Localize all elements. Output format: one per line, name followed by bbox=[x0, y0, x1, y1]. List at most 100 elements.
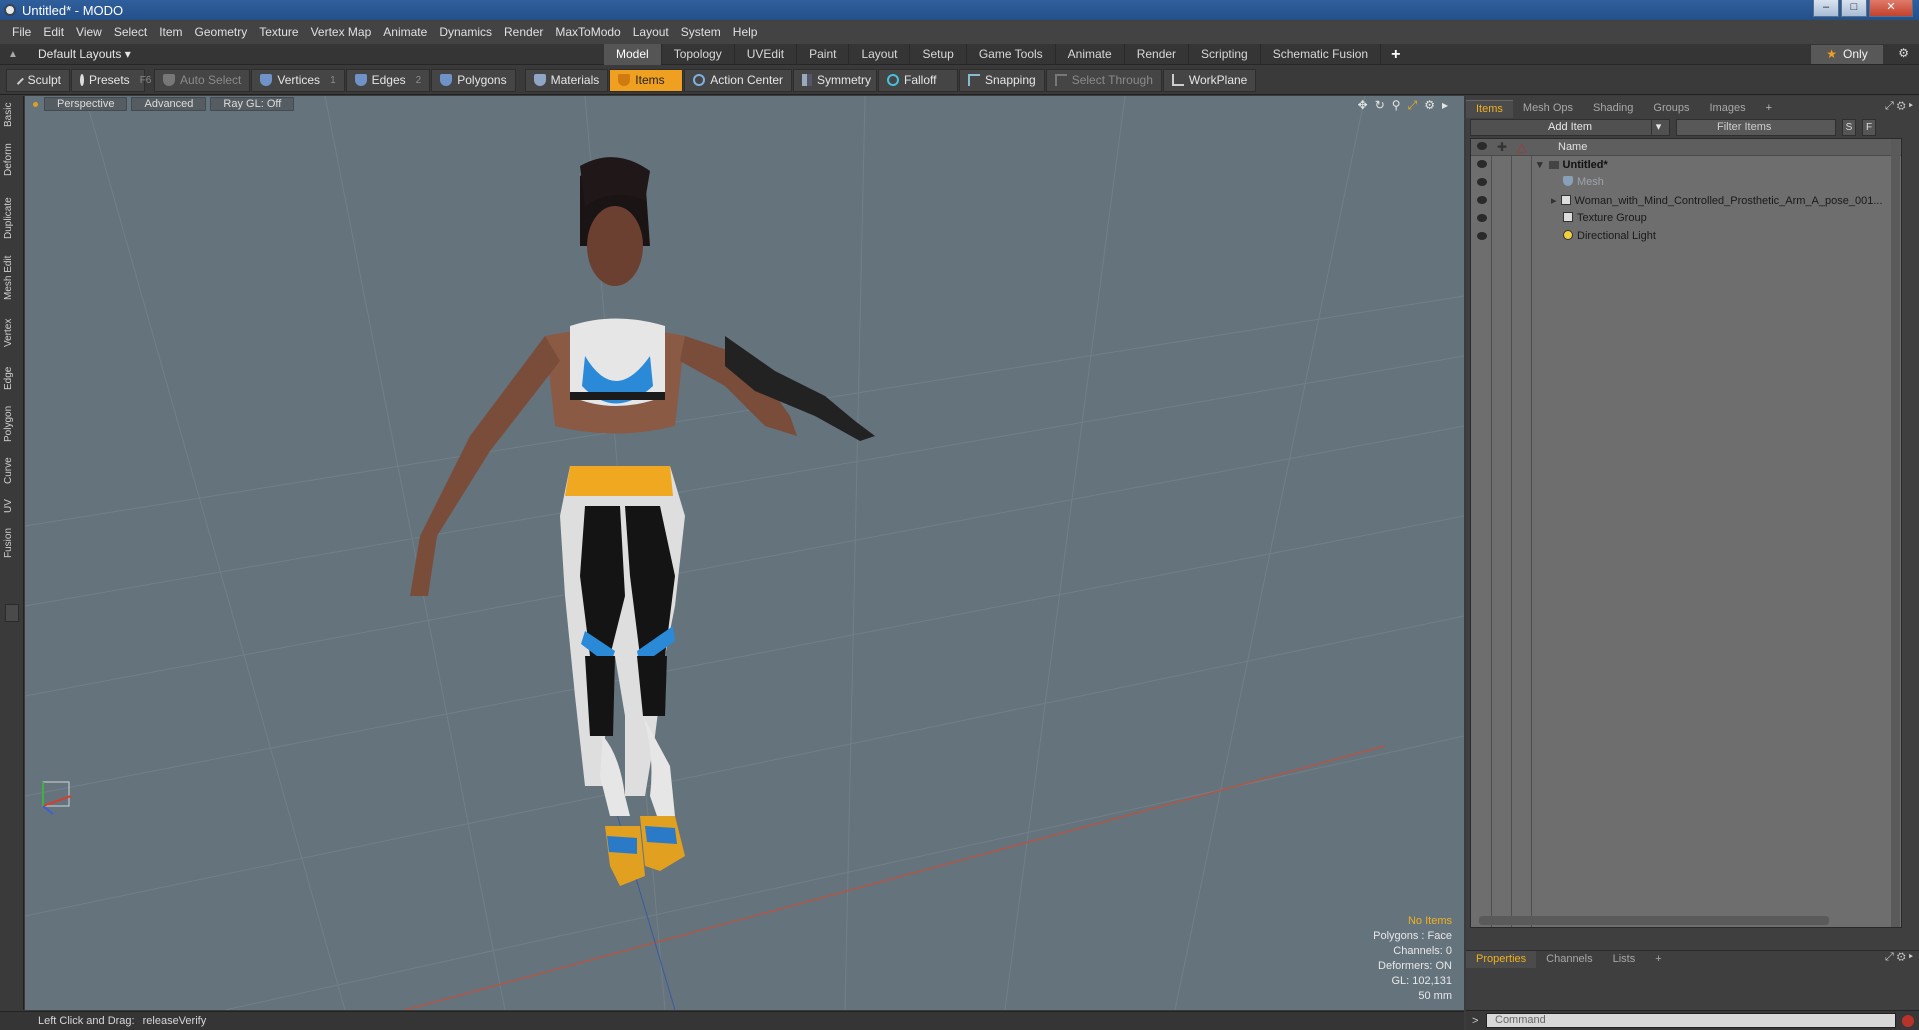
left-tab-basic[interactable]: Basic bbox=[3, 102, 21, 128]
tree-row-directional-light[interactable]: Directional Light bbox=[1471, 228, 1901, 246]
s-button[interactable]: S bbox=[1842, 119, 1856, 136]
pan-icon[interactable]: ✥ bbox=[1358, 98, 1368, 113]
menu-texture[interactable]: Texture bbox=[253, 25, 304, 39]
collapse-icon[interactable]: ▲ bbox=[8, 49, 22, 60]
collapse-arrow-icon[interactable]: ▾ bbox=[1537, 159, 1543, 171]
menu-item[interactable]: Item bbox=[153, 25, 188, 39]
menu-help[interactable]: Help bbox=[727, 25, 764, 39]
rotate-icon[interactable]: ↻ bbox=[1375, 98, 1385, 113]
action-center-button[interactable]: Action Center bbox=[684, 68, 792, 92]
default-layouts-dropdown[interactable]: Default Layouts ▾ bbox=[38, 47, 131, 61]
select-through-button[interactable]: Select Through bbox=[1045, 68, 1162, 92]
left-tab-uv[interactable]: UV bbox=[3, 498, 21, 514]
tab-groups[interactable]: Groups bbox=[1643, 100, 1699, 117]
only-toggle[interactable]: ★ Only bbox=[1811, 45, 1883, 64]
zoom-icon[interactable]: ⚲ bbox=[1392, 98, 1401, 113]
left-tab-mesh-edit[interactable]: Mesh Edit bbox=[3, 254, 21, 302]
record-icon[interactable] bbox=[1902, 1014, 1914, 1027]
edges-button[interactable]: Edges 2 bbox=[345, 68, 431, 92]
chevron-down-icon[interactable]: ▾ bbox=[1651, 120, 1665, 135]
fit-icon[interactable]: ⤢ bbox=[1408, 98, 1418, 113]
tab-model[interactable]: Model bbox=[604, 44, 662, 65]
view-type-dropdown[interactable]: Perspective bbox=[44, 97, 128, 111]
left-tab-fusion[interactable]: Fusion bbox=[3, 526, 21, 560]
minimize-button[interactable]: – bbox=[1813, 0, 1839, 17]
tree-row-woman-model[interactable]: ▸ Woman_with_Mind_Controlled_Prosthetic_A… bbox=[1471, 192, 1901, 210]
menu-select[interactable]: Select bbox=[108, 25, 153, 39]
visibility-eye-icon[interactable] bbox=[1477, 214, 1487, 222]
menu-render[interactable]: Render bbox=[498, 25, 549, 39]
menu-animate[interactable]: Animate bbox=[377, 25, 433, 39]
panel-pin-button[interactable] bbox=[5, 604, 19, 622]
menu-geometry[interactable]: Geometry bbox=[189, 25, 254, 39]
polygons-button[interactable]: Polygons bbox=[431, 68, 516, 92]
menu-edit[interactable]: Edit bbox=[37, 25, 70, 39]
maximize-button[interactable]: □ bbox=[1841, 0, 1867, 17]
panel-options-icon[interactable]: ⤢ ⚙ ▸ bbox=[1885, 100, 1913, 113]
tab-channels[interactable]: Channels bbox=[1536, 951, 1602, 968]
tab-shading[interactable]: Shading bbox=[1583, 100, 1643, 117]
menu-system[interactable]: System bbox=[675, 25, 727, 39]
visibility-eye-icon[interactable] bbox=[1477, 232, 1487, 240]
add-item-button[interactable]: Add Item ▾ bbox=[1470, 119, 1670, 136]
tab-lists[interactable]: Lists bbox=[1603, 951, 1646, 968]
menu-file[interactable]: File bbox=[6, 25, 37, 39]
character-model[interactable] bbox=[410, 157, 875, 886]
3d-viewport[interactable]: Perspective Advanced Ray GL: Off ✥ ↻ ⚲ ⤢… bbox=[25, 96, 1464, 1010]
tree-vertical-scrollbar[interactable] bbox=[1891, 139, 1900, 927]
left-tab-curve[interactable]: Curve bbox=[3, 456, 21, 486]
close-button[interactable]: ✕ bbox=[1869, 0, 1913, 17]
tab-uvedit[interactable]: UVEdit bbox=[735, 44, 798, 65]
workplane-button[interactable]: WorkPlane bbox=[1162, 68, 1257, 92]
left-tab-deform[interactable]: Deform bbox=[3, 142, 21, 178]
tab-animate[interactable]: Animate bbox=[1056, 44, 1125, 65]
tab-properties[interactable]: Properties bbox=[1466, 950, 1537, 968]
ray-gl-toggle[interactable]: Ray GL: Off bbox=[210, 97, 295, 111]
tab-render[interactable]: Render bbox=[1125, 44, 1190, 65]
tab-layout[interactable]: Layout bbox=[849, 44, 911, 65]
tree-row-mesh[interactable]: Mesh bbox=[1471, 174, 1901, 192]
left-tab-duplicate[interactable]: Duplicate bbox=[3, 196, 21, 240]
viewport-menu-dot-icon[interactable] bbox=[33, 101, 38, 107]
filter-items-input[interactable]: Filter Items bbox=[1676, 119, 1836, 136]
add-properties-tab-button[interactable]: + bbox=[1645, 951, 1671, 968]
tree-row-untitled[interactable]: ▾ Untitled* bbox=[1471, 156, 1901, 174]
tree-horizontal-scrollbar[interactable] bbox=[1479, 916, 1829, 925]
materials-button[interactable]: Materials bbox=[524, 68, 609, 92]
symmetry-button[interactable]: Symmetry bbox=[792, 68, 877, 92]
left-tab-vertex[interactable]: Vertex bbox=[3, 316, 21, 350]
name-column-header[interactable]: Name bbox=[1558, 141, 1587, 153]
menu-layout[interactable]: Layout bbox=[627, 25, 675, 39]
tab-images[interactable]: Images bbox=[1700, 100, 1756, 117]
tab-game-tools[interactable]: Game Tools bbox=[967, 44, 1056, 65]
visibility-eye-icon[interactable] bbox=[1477, 178, 1487, 186]
command-input[interactable]: Command bbox=[1486, 1013, 1896, 1028]
tab-setup[interactable]: Setup bbox=[910, 44, 967, 65]
add-panel-tab-button[interactable]: + bbox=[1756, 100, 1782, 117]
visibility-eye-icon[interactable] bbox=[1477, 160, 1487, 168]
left-tab-polygon[interactable]: Polygon bbox=[3, 402, 21, 446]
properties-options-icon[interactable]: ⤢ ⚙ ▸ bbox=[1885, 951, 1913, 964]
advanced-dropdown[interactable]: Advanced bbox=[131, 97, 207, 111]
visibility-eye-icon[interactable] bbox=[1477, 196, 1487, 204]
menu-dynamics[interactable]: Dynamics bbox=[433, 25, 498, 39]
add-layout-tab-button[interactable]: + bbox=[1381, 44, 1410, 65]
tab-items[interactable]: Items bbox=[1466, 99, 1513, 118]
items-button[interactable]: Items bbox=[609, 68, 684, 92]
tab-paint[interactable]: Paint bbox=[797, 44, 850, 65]
viewport-expand-icon[interactable]: ▸ bbox=[1442, 98, 1448, 113]
falloff-button[interactable]: Falloff bbox=[877, 68, 958, 92]
expand-arrow-icon[interactable]: ▸ bbox=[1551, 195, 1557, 207]
menu-vertex-map[interactable]: Vertex Map bbox=[305, 25, 378, 39]
vertices-button[interactable]: Vertices 1 bbox=[251, 68, 345, 92]
tab-topology[interactable]: Topology bbox=[662, 44, 735, 65]
gear-icon[interactable]: ⚙ bbox=[1898, 46, 1909, 60]
menu-view[interactable]: View bbox=[70, 25, 108, 39]
viewport-gear-icon[interactable]: ⚙ bbox=[1424, 98, 1435, 113]
left-tab-edge[interactable]: Edge bbox=[3, 364, 21, 392]
tab-scripting[interactable]: Scripting bbox=[1189, 44, 1261, 65]
presets-button[interactable]: Presets F6 bbox=[71, 68, 151, 92]
auto-select-button[interactable]: Auto Select bbox=[154, 68, 251, 92]
snapping-button[interactable]: Snapping bbox=[958, 68, 1045, 92]
tab-schematic-fusion[interactable]: Schematic Fusion bbox=[1261, 44, 1382, 65]
